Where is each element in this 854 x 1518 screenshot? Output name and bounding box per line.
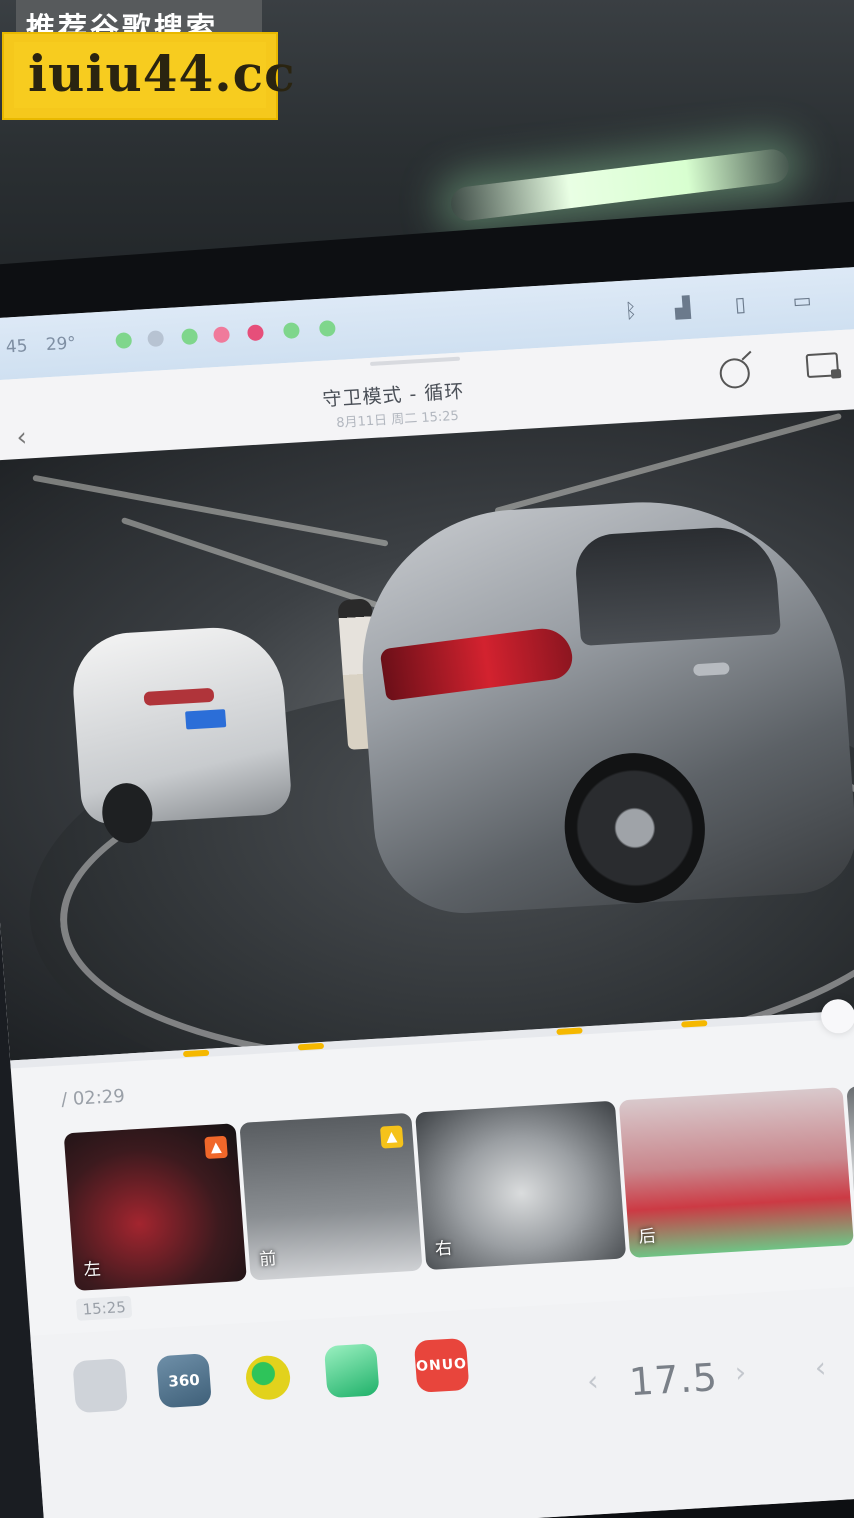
camera-video[interactable] [0,405,854,1061]
watermark-site-text: iuiu44.cc [28,44,296,103]
timeline-marker[interactable] [297,1042,325,1051]
ceiling-beam [32,474,389,547]
picture-in-picture-icon[interactable] [805,352,840,379]
drag-handle[interactable] [369,356,461,366]
temperature-value: 17.5 [627,1355,720,1405]
photos-app-icon[interactable] [323,1343,380,1399]
thumbnail-label: 后 [638,1226,657,1248]
clip-timestamp: 15:25 [75,1295,133,1321]
back-icon[interactable]: ‹ [15,422,28,453]
app-a-icon[interactable] [72,1358,129,1414]
thumbnail-label: 前 [258,1249,278,1270]
status-dot-icon [147,330,165,348]
status-dot-icon [282,322,301,340]
thumbnail-label: 左 [82,1259,102,1281]
onuo-app-icon[interactable]: ONUO [413,1337,470,1393]
ceiling-beam [494,412,843,515]
status-dot-icon [181,328,199,346]
thumbnail-right[interactable]: 右 [415,1100,627,1271]
status-dot-icon [212,326,231,344]
photo-of-car-screen: 45 29° ᛒ ▟ ▯ ▭ ‹ 守卫模式 - 循环 8月11日 周二 15:2… [0,0,854,1518]
grey-suv [351,490,854,919]
timeline-marker[interactable] [182,1049,210,1058]
app-dock: 360 ONUO ‹ 17.5 › ‹ ◁ [30,1278,854,1518]
thumbnail-left[interactable]: ▲ 左 [63,1123,247,1292]
vibrate-icon[interactable]: ▯ [734,292,747,317]
app-360-icon[interactable]: 360 [156,1353,212,1409]
timeline-marker[interactable] [556,1027,583,1036]
weather-text: 29° [45,333,77,356]
thumbnail-front[interactable]: ▲ 前 [239,1112,423,1281]
status-dot-icon [318,319,336,337]
chevron-left-icon[interactable]: ‹ [814,1351,828,1385]
share-icon[interactable] [718,357,751,390]
camera-thumbnails: ▲ 左 ▲ 前 右 后 左 [63,1074,854,1305]
video-duration: / 02:29 [60,1085,126,1111]
alert-icon: ▲ [204,1135,228,1160]
temp-increase-icon[interactable]: › [734,1355,748,1389]
music-app-icon[interactable] [244,1354,292,1401]
bluetooth-icon[interactable]: ᛒ [624,298,638,323]
signal-icon[interactable]: ▟ [674,295,691,320]
car-display: 45 29° ᛒ ▟ ▯ ▭ ‹ 守卫模式 - 循环 8月11日 周二 15:2… [0,263,854,1518]
white-car [69,623,293,845]
temp-decrease-icon[interactable]: ‹ [586,1364,600,1398]
battery-icon[interactable]: ▭ [792,288,813,313]
alert-icon: ▲ [379,1125,404,1149]
thumbnail-rear[interactable]: 后 [618,1087,854,1259]
status-left-text: 45 [5,336,29,358]
timeline-marker[interactable] [681,1020,708,1028]
status-dot-icon [115,332,133,349]
status-dot-icon [246,324,265,342]
thumbnail-label: 右 [434,1238,453,1260]
timeline-scrubber[interactable] [819,998,854,1035]
